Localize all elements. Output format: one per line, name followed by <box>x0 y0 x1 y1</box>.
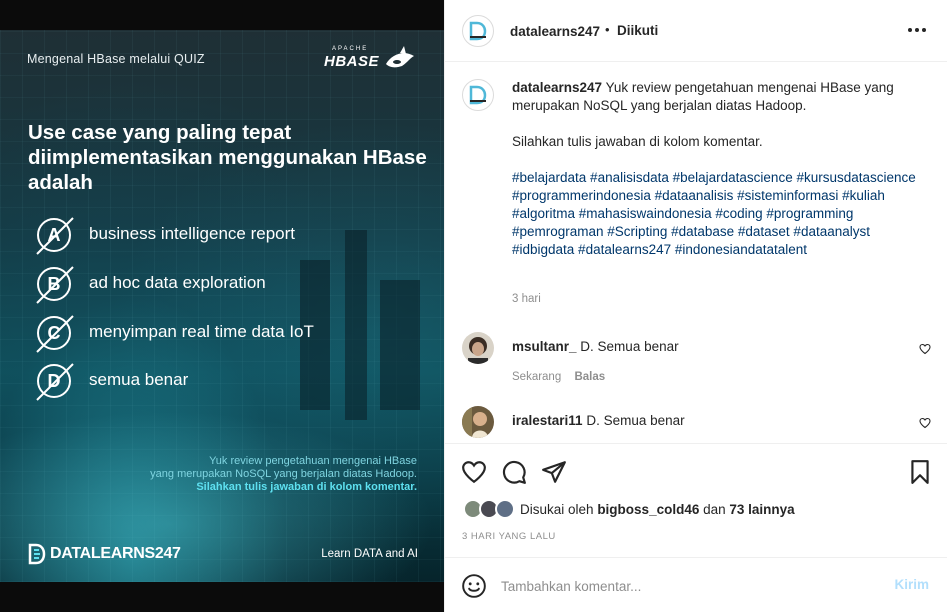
more-icon <box>922 28 926 32</box>
likes-summary[interactable]: Disukai oleh bigboss_cold46 dan 73 lainn… <box>461 498 931 522</box>
more-options-button[interactable] <box>905 20 929 40</box>
image-subtitle: Mengenal HBase melalui QUIZ <box>27 52 205 66</box>
likes-middle: dan <box>703 502 726 517</box>
comment-meta: Sekarang Balas <box>512 371 605 383</box>
hbase-logo-apache: APACHE <box>332 46 369 52</box>
option-text: ad hoc data exploration <box>89 273 266 292</box>
heart-icon[interactable] <box>919 417 931 429</box>
emoji-icon[interactable] <box>461 573 487 599</box>
option-text: business intelligence report <box>89 224 296 243</box>
caption-author-avatar[interactable] <box>462 79 494 111</box>
author-username[interactable]: datalearns247 <box>510 24 600 39</box>
comment-input[interactable] <box>501 575 871 597</box>
add-comment-bar: Kirim <box>445 557 947 612</box>
comment-item: msultanr_ D. Semua benar Sekarang Balas <box>445 332 947 392</box>
hbase-logo-text: HBASE <box>324 53 380 70</box>
slash-mark <box>36 266 74 304</box>
comment-body: D. Semua benar <box>580 339 679 354</box>
post-comment-button[interactable]: Kirim <box>894 577 929 592</box>
share-icon[interactable] <box>541 459 567 485</box>
post-date[interactable]: 3 HARI YANG LALU <box>462 531 556 542</box>
reply-button[interactable]: Balas <box>574 371 605 383</box>
commenter-avatar-image <box>462 332 494 364</box>
quiz-option-a: A business intelligence report <box>34 216 424 256</box>
caption-text-2: Silahkan tulis jawaban di kolom komentar… <box>512 134 763 149</box>
datalearns-logo-icon <box>28 543 46 565</box>
comments-area[interactable]: datalearns247 Yuk review pengetahuan men… <box>445 62 947 443</box>
post-header: datalearns247 • Diikuti <box>445 0 947 62</box>
datalearns-logo-text: DATALEARNS247 <box>50 545 181 562</box>
quiz-question: Use case yang paling tepat diimplementas… <box>28 121 427 194</box>
commenter-avatar[interactable] <box>462 406 494 438</box>
comment-item: iralestari11 D. Semua benar <box>445 406 947 443</box>
commenter-avatar[interactable] <box>462 332 494 364</box>
caption-timestamp[interactable]: 3 hari <box>512 293 541 305</box>
quiz-option-b: B ad hoc data exploration <box>34 265 424 305</box>
comment-icon[interactable] <box>501 459 527 485</box>
slash-mark <box>36 217 74 255</box>
likes-prefix: Disukai oleh <box>520 502 594 517</box>
heart-icon[interactable] <box>919 343 931 355</box>
overlay-line: yang merupakan NoSQL yang berjalan diata… <box>150 468 417 480</box>
caption-hashtags[interactable]: #belajardata #analisisdata #belajardatas… <box>512 169 932 259</box>
datalearns-avatar-icon <box>469 21 487 41</box>
likes-others[interactable]: 73 lainnya <box>729 502 794 517</box>
quiz-option-c: C menyimpan real time data IoT <box>34 314 424 354</box>
caption-username[interactable]: datalearns247 <box>512 80 602 95</box>
orca-icon <box>386 46 414 68</box>
post-actions-bar <box>445 443 947 495</box>
post-image-panel: Mengenal HBase melalui QUIZ APACHE HBASE… <box>0 0 444 612</box>
slash-mark <box>36 363 74 401</box>
hbase-logo: APACHE HBASE <box>324 46 416 74</box>
option-text: semua benar <box>89 370 189 389</box>
likes-user[interactable]: bigboss_cold46 <box>597 502 699 517</box>
separator-dot: • <box>605 22 610 37</box>
bookmark-icon[interactable] <box>907 459 933 485</box>
comment-body: D. Semua benar <box>586 413 685 428</box>
more-icon <box>915 28 919 32</box>
comment-time: Sekarang <box>512 371 562 383</box>
overlay-line-emphasis: Silahkan tulis jawaban di kolom komentar… <box>196 481 417 493</box>
more-icon <box>908 28 912 32</box>
heart-icon[interactable] <box>461 459 487 485</box>
brand-tagline: Learn DATA and AI <box>321 548 418 560</box>
author-avatar[interactable] <box>462 15 494 47</box>
image-caption-overlay: Yuk review pengetahuan mengenai HBase ya… <box>87 455 417 494</box>
datalearns-logo: DATALEARNS247 <box>28 542 181 566</box>
liker-avatar <box>495 499 515 519</box>
comment-username[interactable]: iralestari11 <box>512 413 583 428</box>
follow-status-button[interactable]: Diikuti <box>617 23 658 38</box>
overlay-line: Yuk review pengetahuan mengenai HBase <box>209 455 417 467</box>
comment-text: iralestari11 D. Semua benar <box>512 413 685 428</box>
comment-text: msultanr_ D. Semua benar <box>512 339 679 354</box>
datalearns-avatar-icon <box>469 85 487 105</box>
option-text: menyimpan real time data IoT <box>89 322 314 341</box>
commenter-avatar-image <box>462 406 494 438</box>
slash-mark <box>36 315 74 353</box>
quiz-option-d: D semua benar <box>34 362 424 402</box>
likes-text[interactable]: Disukai oleh bigboss_cold46 dan 73 lainn… <box>520 502 795 517</box>
post-caption: datalearns247 Yuk review pengetahuan men… <box>512 79 932 259</box>
post-details-panel: datalearns247 • Diikuti datalearns247 Yu… <box>444 0 947 612</box>
comment-username[interactable]: msultanr_ <box>512 339 577 354</box>
post-image: Mengenal HBase melalui QUIZ APACHE HBASE… <box>0 30 444 582</box>
